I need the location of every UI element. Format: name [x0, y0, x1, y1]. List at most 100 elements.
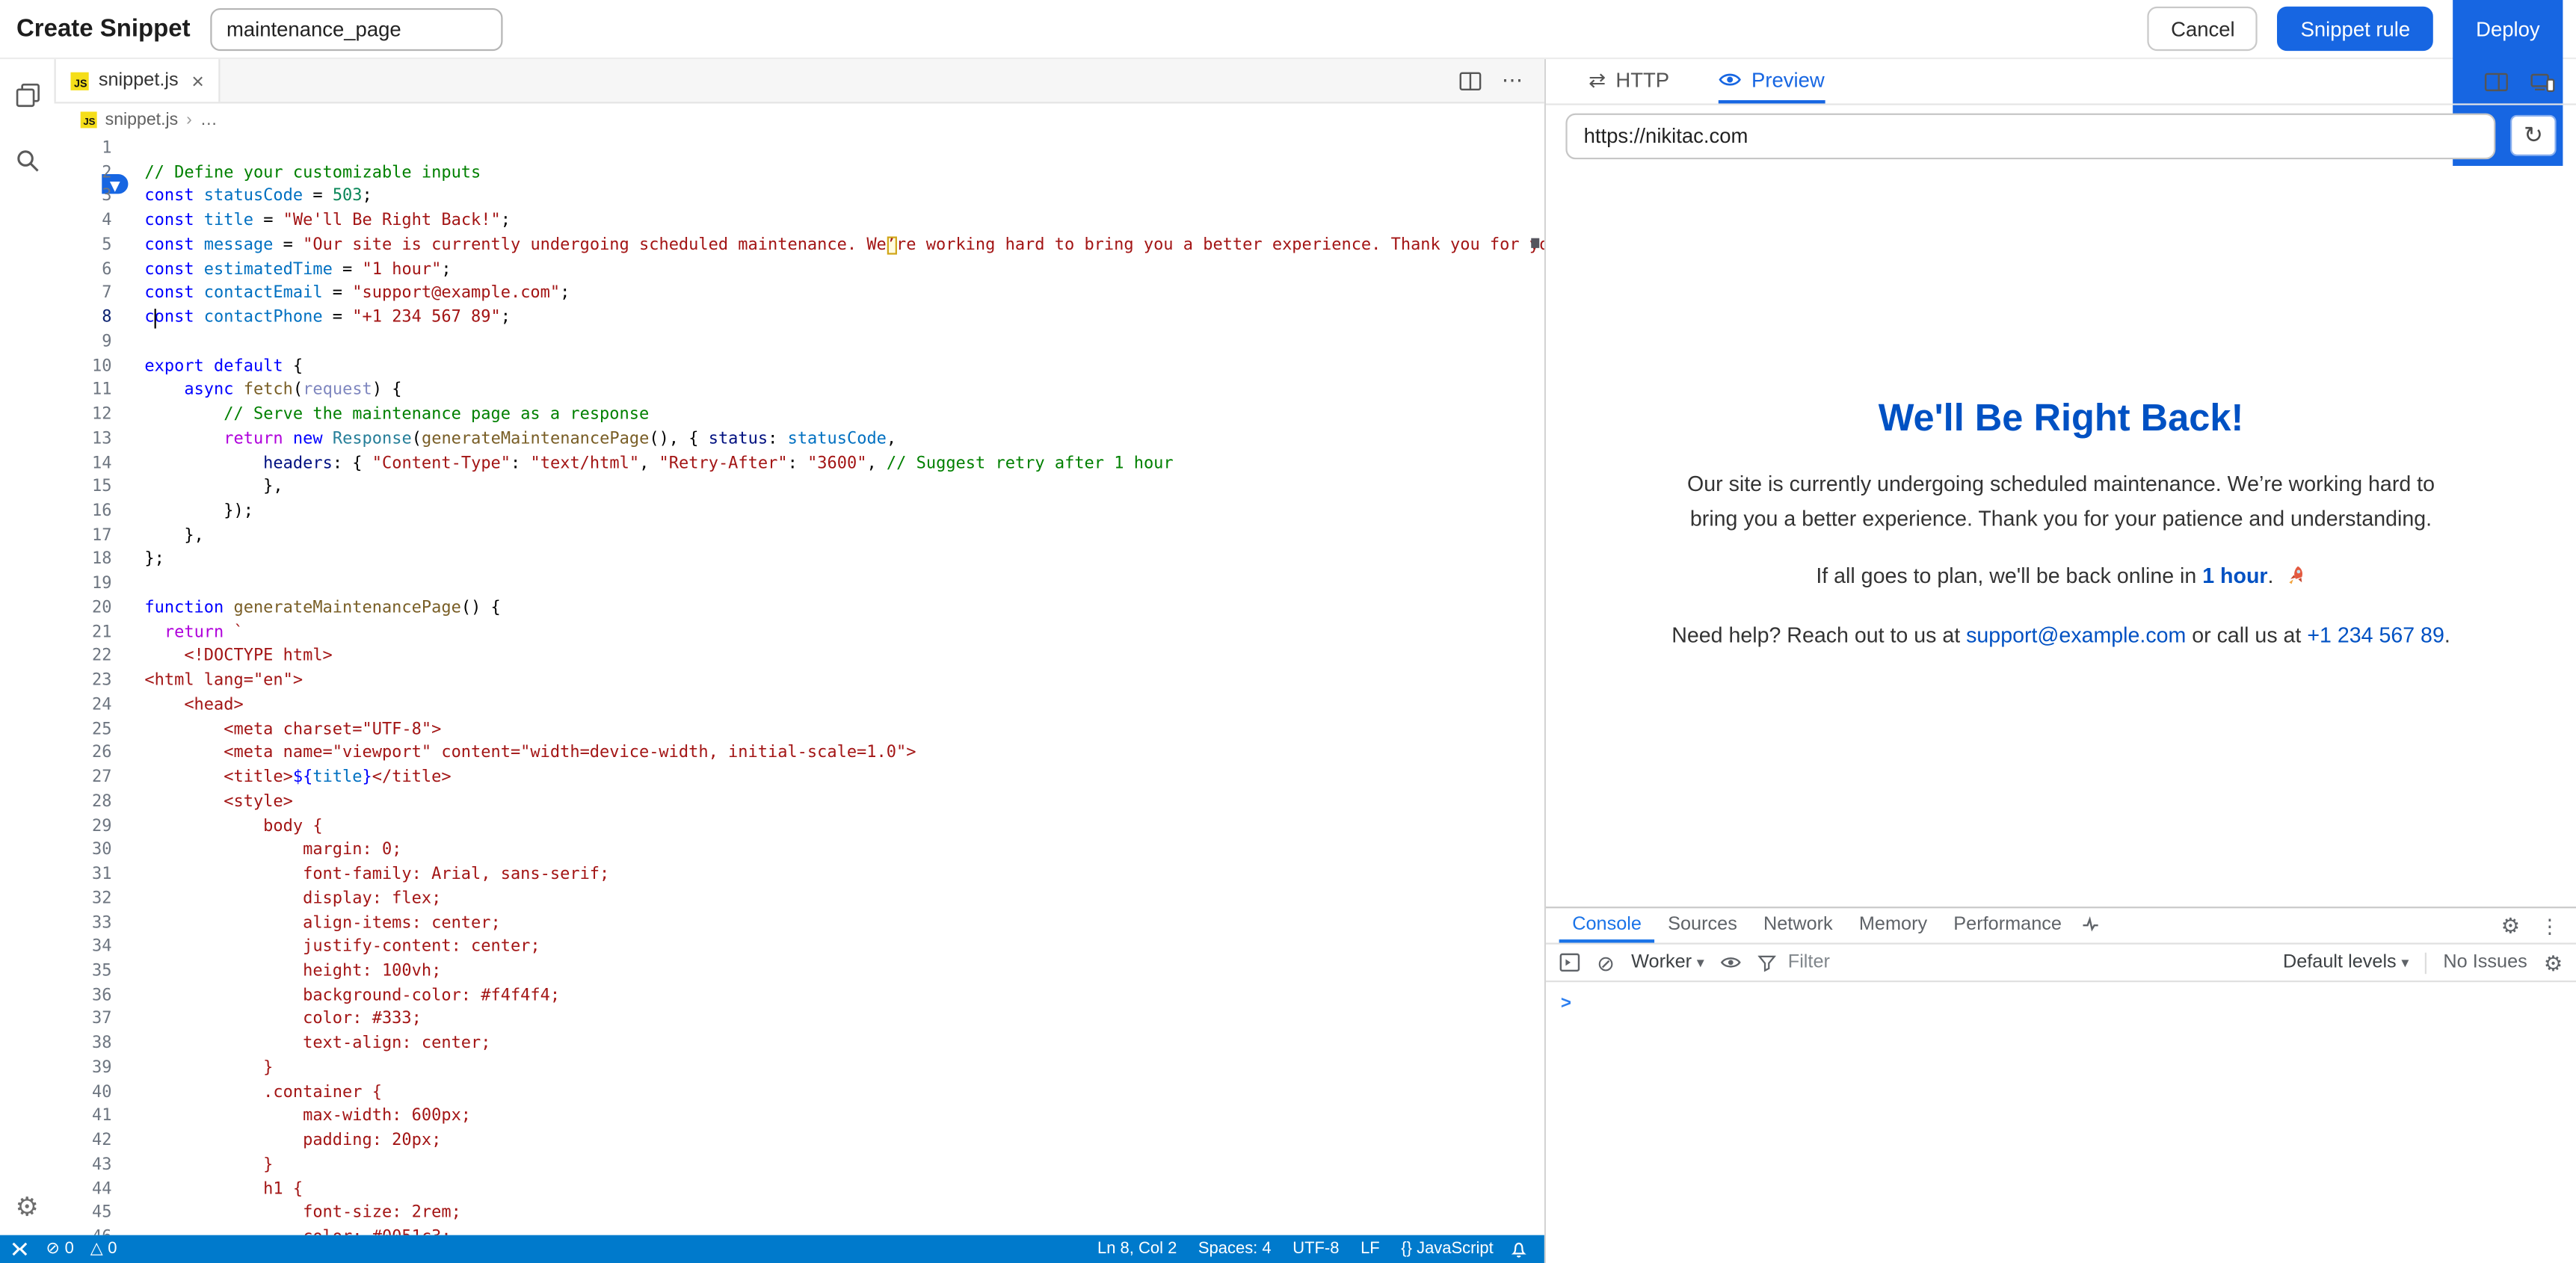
code-line[interactable]: 45 font-size: 2rem; [55, 1202, 1544, 1226]
breadcrumb[interactable]: JS snippet.js › … [55, 103, 1544, 135]
console-prompt[interactable]: > [1561, 994, 1571, 1013]
devtools-tab-sources[interactable]: Sources [1655, 908, 1751, 942]
panel-layout-icon[interactable] [2484, 72, 2509, 91]
console-sidebar-icon[interactable] [1559, 953, 1581, 972]
console-filter-input[interactable] [1784, 951, 2169, 974]
statusbar-item[interactable]: Spaces: 4 [1198, 1240, 1272, 1258]
log-levels-dropdown[interactable]: Default levels ▾ [2283, 953, 2409, 972]
code-line[interactable]: 2// Define your customizable inputs [55, 162, 1544, 186]
tab-snippet-js[interactable]: JS snippet.js × [55, 59, 221, 102]
code-line[interactable]: 13 return new Response(generateMaintenan… [55, 428, 1544, 452]
tab-preview[interactable]: Preview [1719, 59, 1825, 103]
remote-indicator[interactable] [10, 1240, 29, 1258]
code-line[interactable]: 24 <head> [55, 694, 1544, 718]
code-line[interactable]: 25 <meta charset="UTF-8"> [55, 719, 1544, 743]
devtools-more-icon[interactable]: ⋮ [2540, 915, 2560, 935]
code-editor[interactable]: 12// Define your customizable inputs3con… [55, 135, 1544, 1235]
code-line[interactable]: 3const statusCode = 503; [55, 186, 1544, 210]
problems-errors[interactable]: ⊘ 0 [46, 1240, 74, 1258]
performance-insights-icon[interactable] [2075, 908, 2107, 942]
device-toolbar-icon[interactable] [2530, 72, 2554, 91]
console-toolbar: ⊘ Worker ▾ [1546, 945, 2576, 983]
code-line[interactable]: 36 background-color: #f4f4f4; [55, 985, 1544, 1009]
line-number: 21 [55, 622, 112, 646]
devtools-tab-console[interactable]: Console [1559, 908, 1655, 942]
statusbar-item[interactable]: Ln 8, Col 2 [1097, 1240, 1177, 1258]
code-line[interactable]: 30 margin: 0; [55, 840, 1544, 864]
breadcrumb-more[interactable]: … [200, 109, 218, 129]
code-line[interactable]: 7const contactEmail = "support@example.c… [55, 283, 1544, 307]
code-line[interactable]: 9 [55, 332, 1544, 356]
cancel-button[interactable]: Cancel [2148, 7, 2258, 51]
refresh-button[interactable]: ↻ [2510, 115, 2557, 156]
code-line[interactable]: 46 color: #0051c3; [55, 1227, 1544, 1235]
code-line[interactable]: 38 text-align: center; [55, 1034, 1544, 1057]
snippet-name-input[interactable] [210, 7, 502, 50]
code-line[interactable]: 5const message = "Our site is currently … [55, 235, 1544, 259]
url-input[interactable] [1565, 113, 2495, 159]
code-line[interactable]: 32 display: flex; [55, 888, 1544, 912]
code-line[interactable]: 41 max-width: 600px; [55, 1106, 1544, 1130]
code-line[interactable]: 28 <style> [55, 791, 1544, 815]
code-line[interactable]: 44 h1 { [55, 1179, 1544, 1202]
live-expression-eye-icon[interactable] [1721, 954, 1743, 971]
code-line[interactable]: 40 .container { [55, 1081, 1544, 1105]
tab-label: snippet.js [99, 71, 179, 90]
code-line[interactable]: 29 body { [55, 815, 1544, 839]
devtools-tab-memory[interactable]: Memory [1846, 908, 1940, 942]
code-line[interactable]: 42 padding: 20px; [55, 1130, 1544, 1154]
code-line[interactable]: 33 align-items: center; [55, 912, 1544, 936]
code-line[interactable]: 10export default { [55, 356, 1544, 380]
code-line[interactable]: 43 } [55, 1155, 1544, 1179]
code-line[interactable]: 12 // Serve the maintenance page as a re… [55, 404, 1544, 428]
code-line[interactable]: 34 justify-content: center; [55, 936, 1544, 960]
eta-value: 1 hour [2202, 563, 2267, 588]
code-line[interactable]: 23<html lang="en"> [55, 670, 1544, 694]
code-line[interactable]: 1 [55, 138, 1544, 162]
search-icon[interactable] [14, 148, 40, 174]
snippet-rule-button[interactable]: Snippet rule [2278, 7, 2433, 51]
editor-more-actions-icon[interactable]: ⋯ [1502, 67, 1525, 93]
code-line[interactable]: 27 <title>${title}</title> [55, 768, 1544, 791]
code-line[interactable]: 39 } [55, 1057, 1544, 1081]
tab-http[interactable]: ⇄ HTTP [1589, 59, 1669, 103]
code-line[interactable]: 17 }, [55, 525, 1544, 549]
split-editor-icon[interactable] [1459, 70, 1482, 91]
console-settings-gear-icon[interactable]: ⚙ [2544, 952, 2563, 974]
close-tab-icon[interactable]: × [191, 70, 204, 91]
statusbar-item[interactable]: LF [1361, 1240, 1380, 1258]
devtools-tab-network[interactable]: Network [1750, 908, 1846, 942]
code-line[interactable]: 20function generateMaintenancePage() { [55, 598, 1544, 622]
code-line[interactable]: 19 [55, 573, 1544, 597]
files-icon[interactable] [14, 82, 40, 108]
statusbar-item[interactable]: UTF-8 [1292, 1240, 1339, 1258]
devtools-settings-gear-icon[interactable]: ⚙ [2501, 915, 2521, 936]
line-number: 39 [55, 1057, 112, 1081]
settings-gear-icon[interactable]: ⚙ [16, 1191, 40, 1223]
code-line[interactable]: 35 height: 100vh; [55, 961, 1544, 985]
console-output[interactable]: > [1546, 982, 2576, 1263]
notifications-bell-icon[interactable] [1510, 1240, 1528, 1258]
phone-link[interactable]: +1 234 567 89 [2307, 622, 2444, 646]
devtools-tab-performance[interactable]: Performance [1941, 908, 2075, 942]
problems-warnings[interactable]: △ 0 [90, 1240, 117, 1258]
code-line[interactable]: 14 headers: { "Content-Type": "text/html… [55, 453, 1544, 477]
support-email-link[interactable]: support@example.com [1966, 622, 2186, 646]
code-line[interactable]: 6const estimatedTime = "1 hour"; [55, 259, 1544, 283]
statusbar-item[interactable]: {} JavaScript [1401, 1240, 1493, 1258]
code-line[interactable]: 11 async fetch(request) { [55, 380, 1544, 404]
code-line[interactable]: 22 <!DOCTYPE html> [55, 646, 1544, 670]
code-line[interactable]: 21 return ` [55, 622, 1544, 646]
breadcrumb-file[interactable]: snippet.js [105, 109, 178, 129]
code-line[interactable]: 31 font-family: Arial, sans-serif; [55, 864, 1544, 888]
issues-counter[interactable]: No Issues [2443, 953, 2527, 972]
execution-context-dropdown[interactable]: Worker ▾ [1631, 953, 1704, 972]
code-line[interactable]: 37 color: #333; [55, 1009, 1544, 1033]
code-line[interactable]: 18}; [55, 549, 1544, 573]
code-line[interactable]: 16 }); [55, 501, 1544, 525]
clear-console-icon[interactable]: ⊘ [1597, 952, 1615, 974]
code-line[interactable]: 8const contactPhone = "+1 234 567 89"; [55, 307, 1544, 331]
code-line[interactable]: 26 <meta name="viewport" content="width=… [55, 743, 1544, 767]
code-line[interactable]: 15 }, [55, 477, 1544, 501]
code-line[interactable]: 4const title = "We'll Be Right Back!"; [55, 211, 1544, 235]
